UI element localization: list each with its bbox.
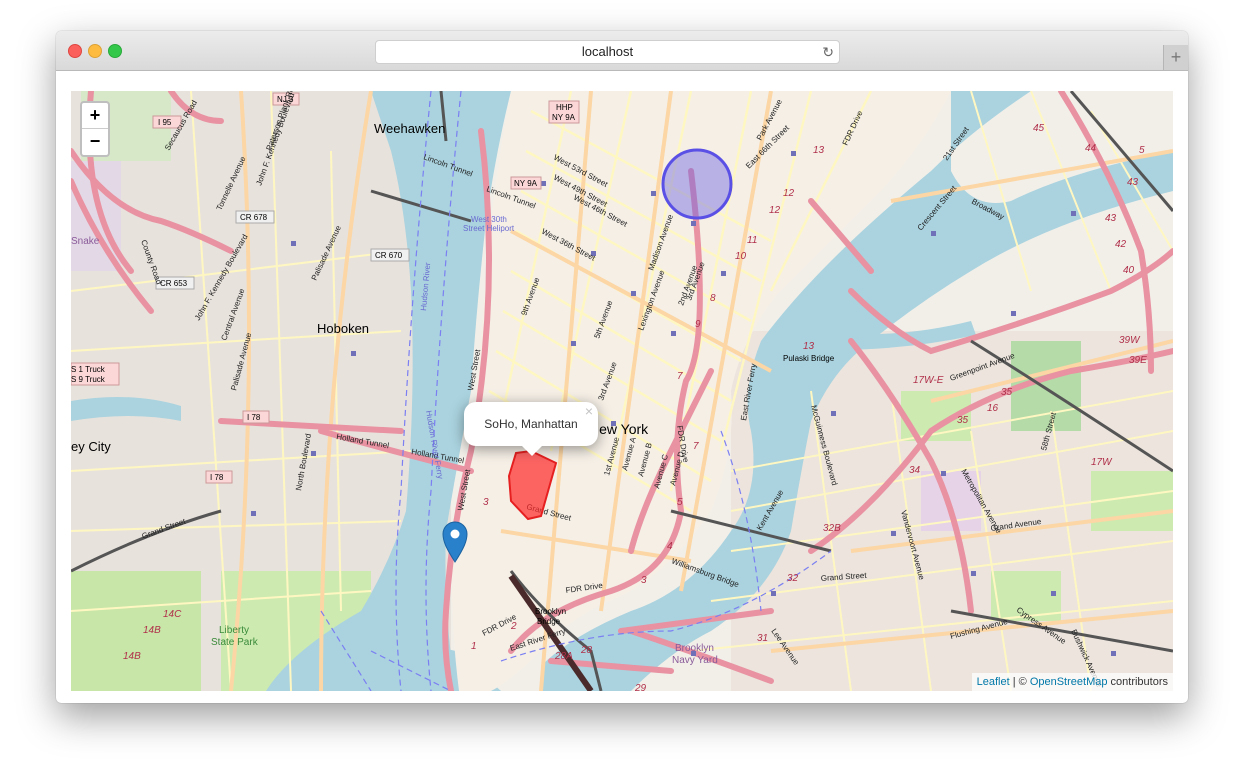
marsh-area bbox=[71, 161, 121, 271]
exit-label: 45 bbox=[1033, 123, 1045, 134]
reload-icon[interactable]: ↻ bbox=[822, 41, 834, 63]
exit-label: 39W bbox=[1119, 335, 1141, 346]
map-attribution: Leaflet | © OpenStreetMap contributors bbox=[971, 673, 1173, 691]
close-window-button[interactable] bbox=[68, 44, 82, 58]
shield-cr670: CR 670 bbox=[375, 251, 403, 260]
exit-label: 28 bbox=[580, 645, 593, 656]
exit-label: 9 bbox=[695, 319, 701, 330]
exit-label: 44 bbox=[1085, 143, 1097, 154]
exit-label: 12 bbox=[769, 205, 781, 216]
address-bar[interactable]: localhost ↻ bbox=[375, 40, 840, 64]
label-weehawken: Weehawken bbox=[374, 121, 445, 136]
shield-i78b: I 78 bbox=[210, 473, 224, 482]
exit-label: 3 bbox=[483, 497, 489, 508]
label-snake: Snake bbox=[71, 236, 100, 247]
exit-label: 3 bbox=[641, 575, 647, 586]
label-navyyard: Navy Yard bbox=[672, 655, 718, 666]
zoom-control: + − bbox=[80, 101, 110, 157]
shield-ny9a: NY 9A bbox=[514, 179, 538, 188]
exit-label: 28A bbox=[554, 651, 573, 662]
browser-titlebar: localhost ↻ + bbox=[56, 31, 1188, 71]
label-statepark: State Park bbox=[211, 637, 259, 648]
popup-text: SoHo, Manhattan bbox=[484, 417, 578, 431]
exit-label: 17W-E bbox=[913, 375, 944, 386]
attribution-separator: | © bbox=[1009, 676, 1030, 688]
exit-label: 13 bbox=[813, 145, 825, 156]
label-newyork: New York bbox=[589, 421, 649, 437]
label-truck-2: S 9 Truck bbox=[71, 375, 106, 384]
exit-label: 42 bbox=[1115, 239, 1127, 250]
exit-label: 43 bbox=[1127, 177, 1139, 188]
osm-link[interactable]: OpenStreetMap bbox=[1030, 676, 1108, 688]
label-heliport-2: Street Heliport bbox=[463, 224, 515, 233]
exit-label: 29 bbox=[634, 683, 647, 691]
exit-label: 5 bbox=[1139, 145, 1145, 156]
shield-ny9a-top: NY 9A bbox=[552, 113, 576, 122]
marker-dot-icon bbox=[450, 529, 460, 539]
minimize-window-button[interactable] bbox=[88, 44, 102, 58]
exit-label: 1 bbox=[471, 641, 477, 652]
map-tiles[interactable]: Weehawken Hoboken New York ey City Pulas… bbox=[71, 91, 1173, 691]
label-brooklyn-bridge-1: Brooklyn bbox=[535, 607, 566, 616]
exit-label: 11 bbox=[747, 235, 757, 246]
popup-tip bbox=[522, 446, 542, 456]
exit-label: 32B bbox=[823, 523, 841, 534]
exit-label: 35 bbox=[957, 415, 969, 426]
exit-label: 16 bbox=[987, 403, 999, 414]
exit-label: 7 bbox=[677, 371, 683, 382]
circle-overlay[interactable] bbox=[661, 148, 733, 220]
shield-cr678: CR 678 bbox=[240, 213, 268, 222]
exit-label: 40 bbox=[1123, 265, 1135, 276]
exit-label: 35 bbox=[1001, 387, 1013, 398]
label-hoboken: Hoboken bbox=[317, 321, 369, 336]
map-container[interactable]: Weehawken Hoboken New York ey City Pulas… bbox=[71, 91, 1173, 691]
exit-label: 2 bbox=[510, 621, 517, 632]
exit-label: 8 bbox=[710, 293, 716, 304]
label-heliport-1: West 30th bbox=[471, 215, 507, 224]
shield-i95: I 95 bbox=[158, 118, 172, 127]
exit-label: 34 bbox=[909, 465, 921, 476]
exit-label: 4 bbox=[667, 541, 673, 552]
new-tab-button[interactable]: + bbox=[1163, 45, 1188, 70]
green-area bbox=[71, 571, 201, 691]
shield-i78: I 78 bbox=[247, 413, 261, 422]
exit-label: 39E bbox=[1129, 355, 1147, 366]
exit-label: 17W bbox=[1091, 457, 1113, 468]
exit-label: 7 bbox=[693, 441, 699, 452]
exit-label: 10 bbox=[735, 251, 747, 262]
zoom-in-button[interactable]: + bbox=[82, 103, 108, 129]
zoom-out-button[interactable]: − bbox=[82, 129, 108, 154]
url-text: localhost bbox=[581, 44, 634, 59]
exit-label: 12 bbox=[783, 188, 795, 199]
label-jerseycity: ey City bbox=[71, 439, 111, 454]
shield-cr653: CR 653 bbox=[160, 279, 188, 288]
attribution-suffix: contributors bbox=[1107, 676, 1168, 688]
shield-hhp: HHP bbox=[556, 103, 573, 112]
label-liberty: Liberty bbox=[219, 625, 249, 636]
exit-label: 14B bbox=[123, 651, 141, 662]
exit-label: 43 bbox=[1105, 213, 1117, 224]
exit-label: 13 bbox=[803, 341, 815, 352]
label-brooklyn: Brooklyn bbox=[675, 643, 714, 654]
exit-label: 14B bbox=[143, 625, 161, 636]
exit-label: 32 bbox=[787, 573, 799, 584]
label-truck-1: S 1 Truck bbox=[71, 365, 106, 374]
popup-close-icon[interactable]: × bbox=[585, 404, 593, 418]
exit-label: 5 bbox=[677, 497, 683, 508]
map-popup: SoHo, Manhattan × bbox=[464, 402, 598, 456]
exit-label: 31 bbox=[757, 633, 768, 644]
leaflet-link[interactable]: Leaflet bbox=[977, 676, 1010, 688]
label-pulaski: Pulaski Bridge bbox=[783, 354, 835, 363]
exit-label: 14C bbox=[163, 609, 182, 620]
maximize-window-button[interactable] bbox=[108, 44, 122, 58]
browser-window: localhost ↻ + Weehawken Hoboken New York… bbox=[56, 31, 1188, 703]
label-brooklyn-bridge-2: Bridge bbox=[537, 617, 561, 626]
